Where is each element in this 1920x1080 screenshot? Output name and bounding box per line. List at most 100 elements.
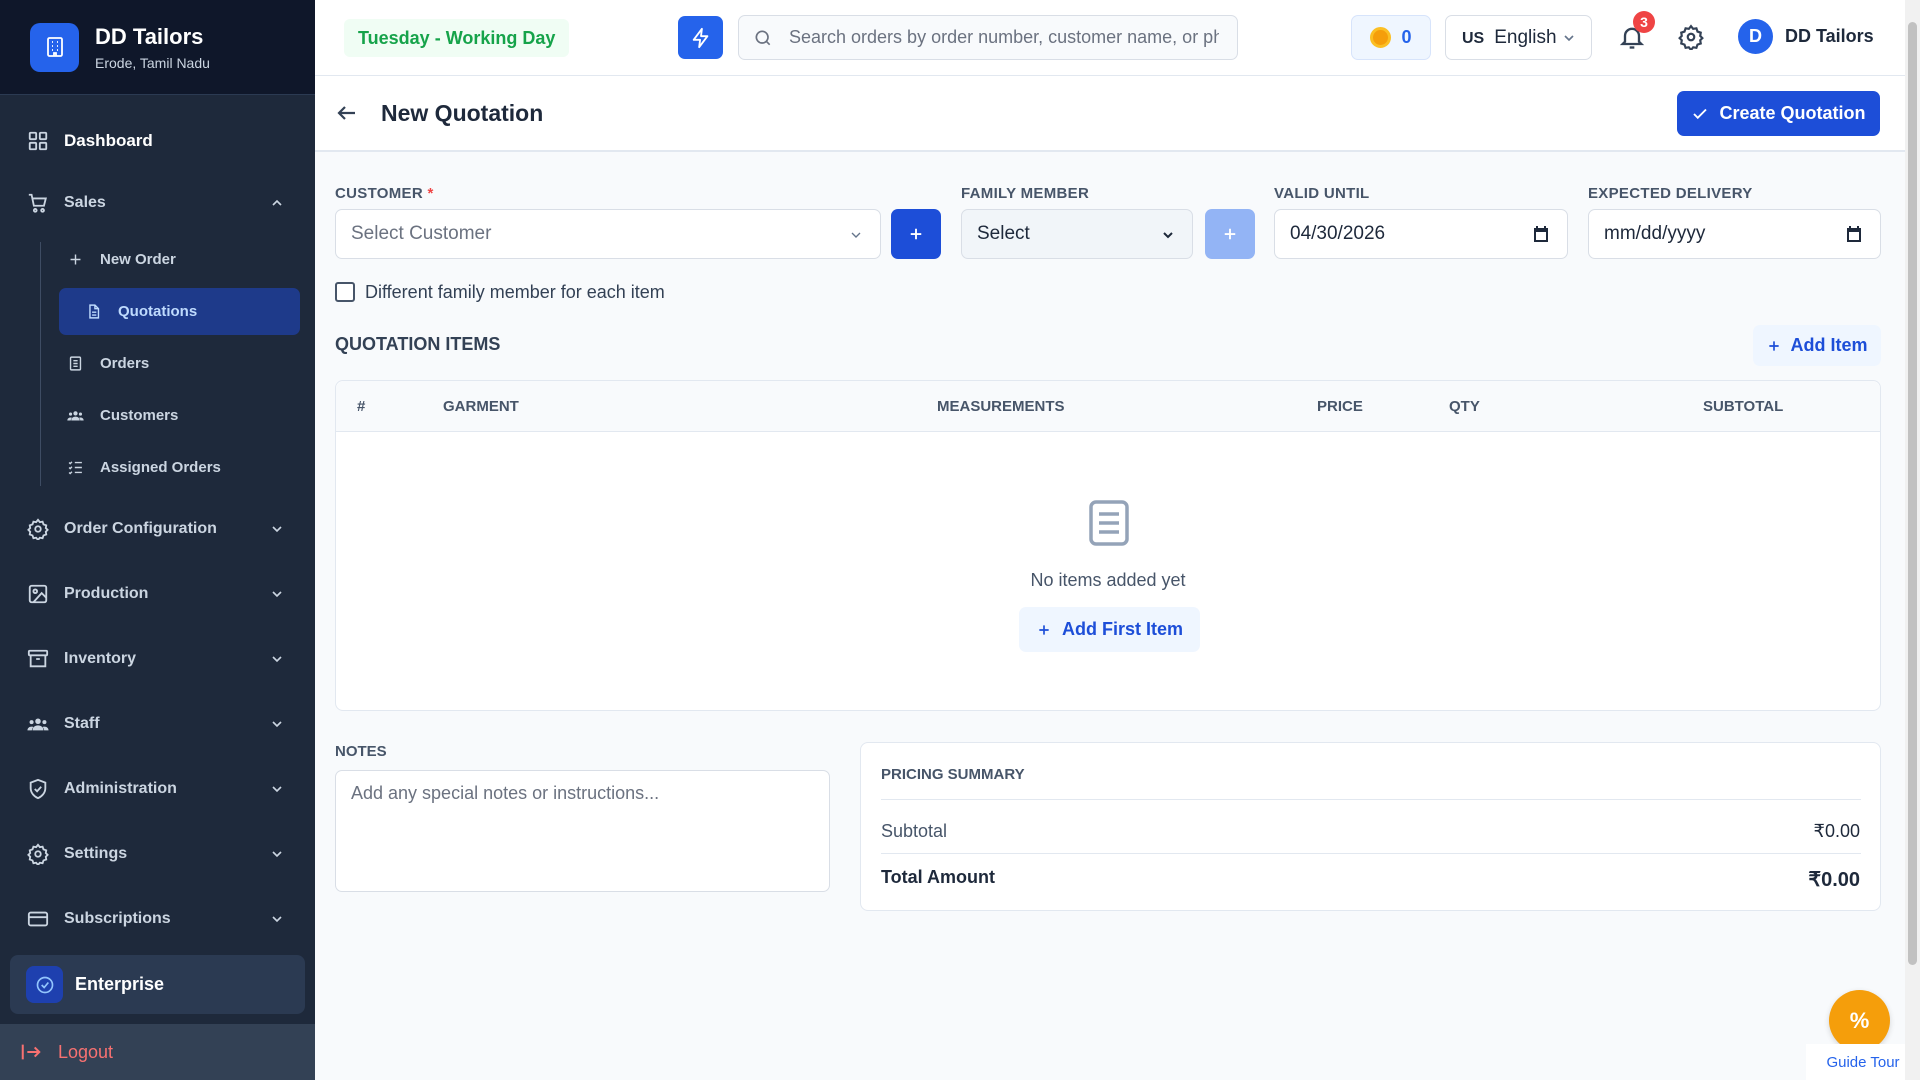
page-title: New Quotation [381, 100, 544, 126]
customer-label: CUSTOMER * [335, 185, 434, 202]
create-quotation-button[interactable]: Create Quotation [1677, 91, 1880, 136]
sidebar-item-subscriptions[interactable]: Subscriptions [0, 891, 315, 947]
column-header-number: # [357, 398, 366, 415]
sidebar-item-sales[interactable]: Sales [0, 175, 315, 231]
valid-until-label: VALID UNTIL [1274, 185, 1370, 202]
search-input[interactable] [789, 27, 1219, 48]
chevron-down-icon [272, 786, 282, 793]
coin-icon [1370, 27, 1392, 48]
check-icon [1693, 108, 1708, 119]
table-header: # GARMENT MEASUREMENTS PRICE QTY SUBTOTA… [336, 381, 1880, 432]
brand: DD Tailors Erode, Tamil Nadu [0, 0, 315, 95]
logout-label: Logout [58, 1041, 114, 1062]
guide-tour-label[interactable]: Guide Tour [1806, 1044, 1920, 1080]
valid-until-input[interactable]: 04/30/2026 [1274, 209, 1568, 259]
column-header-subtotal: SUBTOTAL [1703, 398, 1784, 415]
sidebar-item-settings[interactable]: Settings [0, 826, 315, 882]
user-name: DD Tailors [1785, 26, 1874, 46]
chevron-down-icon [272, 591, 282, 598]
subtotal-value: ₹0.00 [1813, 821, 1861, 841]
customer-placeholder: Select Customer [351, 223, 492, 244]
plan-badge[interactable]: Enterprise [10, 955, 305, 1014]
chevron-down-icon [272, 851, 282, 858]
sidebar-item-label: Dashboard [64, 131, 153, 150]
user-menu[interactable]: D DD Tailors [1738, 19, 1874, 54]
sidebar-item-label: Subscriptions [64, 910, 171, 927]
guide-tour-button[interactable]: % [1829, 990, 1890, 1051]
total-amount-value: ₹0.00 [1808, 869, 1860, 891]
page-header: New Quotation Create Quotation [315, 76, 1905, 152]
credit-card-icon [27, 911, 49, 927]
subtotal-label: Subtotal [881, 821, 948, 841]
sidebar-item-label: Assigned Orders [100, 459, 221, 476]
avatar: D [1738, 19, 1773, 54]
add-customer-button[interactable] [891, 209, 941, 259]
empty-state-text: No items added yet [1030, 570, 1186, 590]
list-icon [69, 356, 82, 371]
quick-action-button[interactable] [678, 16, 723, 59]
vertical-scrollbar[interactable] [1905, 0, 1920, 1080]
divider [881, 799, 1861, 800]
add-first-item-label: Add First Item [1061, 619, 1183, 639]
sidebar-item-assigned-orders[interactable]: Assigned Orders [59, 444, 300, 491]
top-bar: Tuesday - Working Day 0 US English 3 D D… [315, 0, 1905, 76]
expected-delivery-placeholder: mm/dd/yyyy [1604, 223, 1706, 244]
add-first-item-button[interactable]: Add First Item [1019, 607, 1200, 652]
calendar-icon[interactable] [1533, 226, 1549, 243]
image-icon [28, 584, 48, 604]
chevron-down-icon [272, 916, 282, 923]
logout-button[interactable]: Logout [0, 1024, 315, 1080]
add-item-button[interactable]: Add Item [1753, 325, 1881, 366]
sidebar-item-orders[interactable]: Orders [59, 340, 300, 387]
chevron-down-icon [272, 656, 282, 663]
sidebar-item-dashboard[interactable]: Dashboard [0, 113, 315, 169]
gear-icon [27, 843, 49, 865]
chevron-down-icon [1564, 34, 1574, 41]
pricing-summary-title: PRICING SUMMARY [881, 766, 1025, 783]
sidebar-item-label: Sales [64, 194, 106, 211]
sidebar-item-customers[interactable]: Customers [59, 392, 300, 439]
family-member-select[interactable]: Select [961, 209, 1193, 259]
logout-icon [21, 1044, 41, 1060]
quotation-items-table: # GARMENT MEASUREMENTS PRICE QTY SUBTOTA… [335, 380, 1881, 711]
column-header-garment: GARMENT [443, 398, 519, 415]
quotation-items-title: QUOTATION ITEMS [335, 334, 501, 354]
language-flag-code: US [1462, 29, 1485, 47]
sidebar-item-order-configuration[interactable]: Order Configuration [0, 501, 315, 557]
calendar-icon[interactable] [1846, 226, 1862, 243]
cart-icon [28, 193, 47, 213]
sidebar-item-quotations[interactable]: Quotations [59, 288, 300, 335]
shield-check-icon [29, 778, 47, 800]
building-icon [30, 22, 79, 72]
sidebar-item-inventory[interactable]: Inventory [0, 631, 315, 687]
language-select[interactable]: US English [1445, 15, 1592, 60]
plan-name: Enterprise [75, 974, 165, 994]
customer-label-text: CUSTOMER [335, 185, 423, 202]
family-member-value: Select [977, 223, 1030, 244]
coins-balance[interactable]: 0 [1351, 15, 1431, 60]
plus-icon [70, 254, 81, 265]
sidebar-item-administration[interactable]: Administration [0, 761, 315, 817]
required-mark: * [427, 185, 434, 202]
different-family-member-checkbox[interactable] [335, 282, 355, 302]
sidebar-item-new-order[interactable]: New Order [59, 236, 300, 283]
add-family-member-button[interactable] [1205, 209, 1255, 259]
scrollbar-thumb[interactable] [1908, 22, 1917, 965]
chevron-down-icon [1163, 232, 1173, 239]
gear-icon[interactable] [1678, 24, 1704, 50]
archive-icon [27, 649, 49, 668]
sidebar-item-production[interactable]: Production [0, 566, 315, 622]
plus-icon [910, 228, 922, 240]
sidebar-item-label: New Order [100, 251, 176, 268]
family-member-label: FAMILY MEMBER [961, 185, 1090, 202]
sidebar-item-staff[interactable]: Staff [0, 696, 315, 752]
expected-delivery-label: EXPECTED DELIVERY [1588, 185, 1753, 202]
arrow-left-icon[interactable] [335, 101, 359, 125]
column-header-qty: QTY [1449, 398, 1480, 415]
sidebar-item-label: Inventory [64, 650, 137, 667]
document-icon [89, 304, 100, 319]
notes-textarea[interactable] [335, 770, 830, 892]
expected-delivery-input[interactable]: mm/dd/yyyy [1588, 209, 1881, 259]
customer-select[interactable]: Select Customer [335, 209, 881, 259]
add-item-label: Add Item [1790, 335, 1868, 355]
